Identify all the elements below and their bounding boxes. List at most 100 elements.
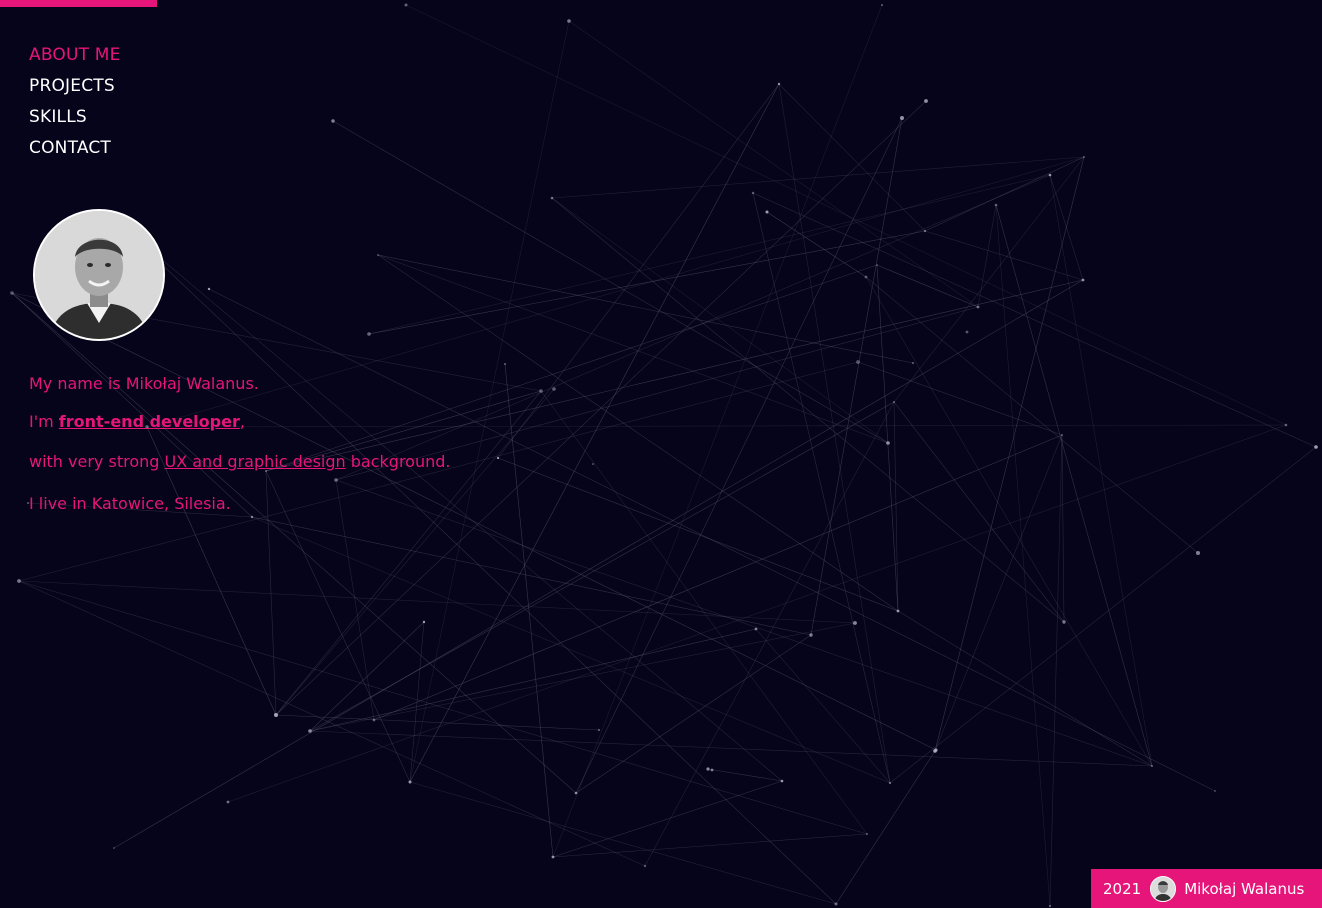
constellation-dot xyxy=(550,196,554,200)
nav-item-skills[interactable]: SKILLS xyxy=(29,102,121,133)
constellation-dot xyxy=(876,264,878,266)
front-end-developer-link[interactable]: front-end developer xyxy=(59,412,240,431)
constellation-dot xyxy=(777,82,781,86)
constellation-dot xyxy=(853,621,857,625)
constellation-dot xyxy=(834,902,838,906)
constellation-line xyxy=(409,83,780,783)
constellation-dot xyxy=(1049,905,1051,907)
constellation-line xyxy=(1049,174,1084,281)
constellation-dot xyxy=(334,478,338,482)
constellation-line xyxy=(113,279,1084,849)
constellation-line xyxy=(876,264,979,308)
constellation-line xyxy=(551,197,1065,623)
profile-photo-icon xyxy=(35,211,163,339)
bio-background-line: with very strong UX and graphic design b… xyxy=(29,452,450,471)
constellation-dot xyxy=(404,3,408,7)
constellation-dot xyxy=(574,791,578,795)
constellation-dot xyxy=(896,609,900,613)
constellation-dot xyxy=(866,833,868,835)
constellation-line xyxy=(893,156,1085,403)
constellation-dot xyxy=(1314,445,1318,449)
constellation-line xyxy=(934,434,1063,752)
constellation-dot xyxy=(1214,790,1216,792)
constellation-line xyxy=(18,361,859,582)
constellation-dot xyxy=(308,729,312,733)
constellation-dot xyxy=(976,305,980,309)
constellation-line xyxy=(335,174,1051,481)
constellation-dot xyxy=(780,779,784,783)
constellation-line xyxy=(368,174,1051,335)
footer-avatar-icon xyxy=(1150,875,1177,902)
constellation-dot xyxy=(539,389,543,393)
nav-item-projects[interactable]: PROJECTS xyxy=(29,71,121,102)
constellation-line xyxy=(309,730,1153,767)
constellation-line xyxy=(1049,434,1063,907)
nav-item-contact[interactable]: CONTACT xyxy=(29,133,121,164)
constellation-line xyxy=(551,156,1085,199)
profile-avatar xyxy=(33,209,165,341)
constellation-line xyxy=(865,276,1199,554)
constellation-dot xyxy=(893,401,895,403)
constellation-dot xyxy=(1061,434,1063,436)
constellation-dot xyxy=(17,579,21,583)
constellation-line xyxy=(835,750,936,905)
constellation-line xyxy=(540,390,868,835)
constellation-dot xyxy=(1284,423,1288,427)
constellation-dot xyxy=(923,229,927,233)
constellation-line xyxy=(575,634,812,794)
constellation-dot xyxy=(367,332,371,336)
constellation-dot xyxy=(710,768,714,772)
constellation-dot xyxy=(1048,173,1052,177)
constellation-line xyxy=(568,20,979,308)
constellation-dot xyxy=(592,463,594,465)
constellation-line xyxy=(707,768,783,782)
constellation-line xyxy=(18,580,856,624)
constellation-line xyxy=(575,117,903,794)
constellation-line xyxy=(552,780,783,858)
constellation-dot xyxy=(422,620,426,624)
nav-item-about-me[interactable]: ABOUT ME xyxy=(29,40,121,71)
constellation-dot xyxy=(250,515,254,519)
constellation-line xyxy=(865,276,1153,767)
constellation-dot xyxy=(226,800,230,804)
constellation-line xyxy=(11,292,577,794)
constellation-line xyxy=(18,580,868,835)
constellation-dot xyxy=(856,360,860,364)
constellation-dot xyxy=(274,713,278,717)
footer-credit-badge[interactable]: 2021 Mikołaj Walanus xyxy=(1091,869,1322,908)
constellation-line xyxy=(373,434,1063,721)
constellation-line xyxy=(752,192,891,784)
bio-name-line: My name is Mikołaj Walanus. xyxy=(29,374,259,393)
constellation-dot xyxy=(924,99,928,103)
constellation-dot xyxy=(886,441,890,445)
constellation-line xyxy=(977,204,997,308)
constellation-line xyxy=(265,470,277,716)
constellation-dot xyxy=(377,254,379,256)
bio-role-prefix: I'm xyxy=(29,412,59,431)
constellation-dot xyxy=(809,633,813,637)
constellation-line xyxy=(377,254,889,444)
constellation-dot xyxy=(751,191,755,195)
bio-role-suffix: , xyxy=(239,412,245,431)
constellation-line xyxy=(227,424,1287,803)
constellation-line xyxy=(18,580,646,867)
constellation-line xyxy=(551,197,889,444)
constellation-line xyxy=(335,479,1153,767)
constellation-line xyxy=(755,628,891,784)
ux-graphic-design-link[interactable]: UX and graphic design xyxy=(164,452,345,471)
constellation-line xyxy=(995,204,1051,907)
constellation-line xyxy=(893,401,1065,623)
constellation-dot xyxy=(754,627,758,631)
constellation-dot xyxy=(113,847,115,849)
constellation-dot xyxy=(551,855,555,859)
constellation-line xyxy=(335,479,375,721)
constellation-dot xyxy=(1062,620,1066,624)
footer-name: Mikołaj Walanus xyxy=(1184,879,1305,898)
constellation-dot xyxy=(965,330,969,334)
constellation-line xyxy=(251,516,891,784)
constellation-dot xyxy=(408,780,412,784)
constellation-dot xyxy=(765,210,769,214)
constellation-dot xyxy=(934,748,938,752)
bio-background-suffix: background. xyxy=(345,452,451,471)
constellation-dot xyxy=(900,116,904,120)
